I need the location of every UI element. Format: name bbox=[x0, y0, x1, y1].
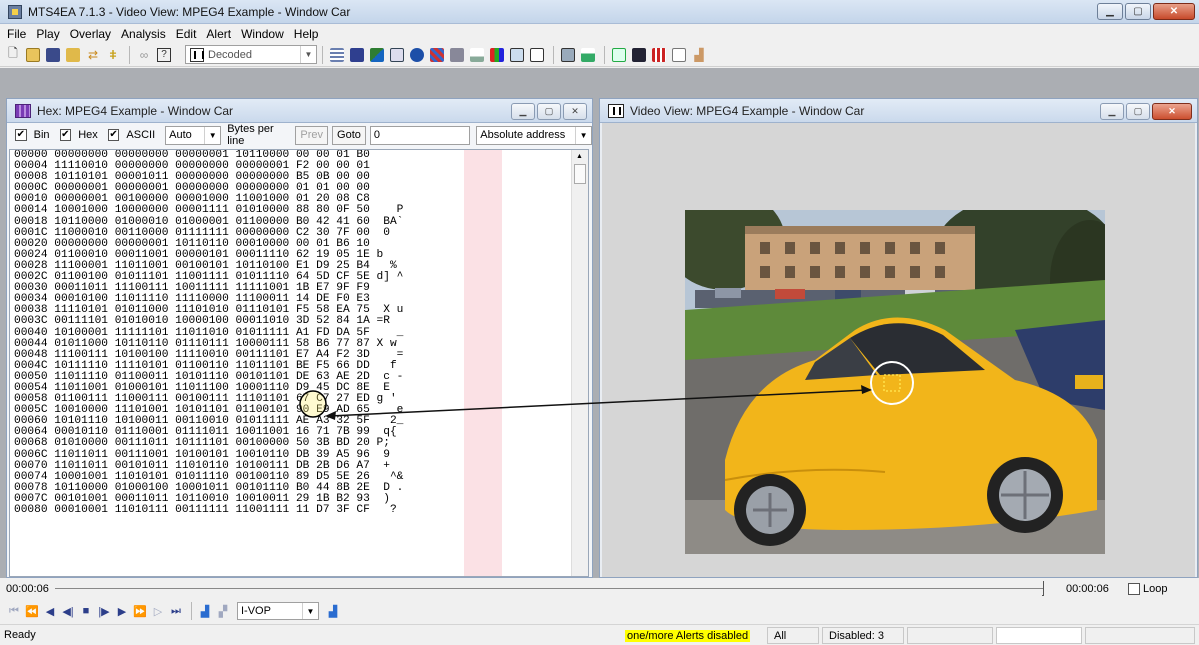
step-back-icon[interactable]: ◀ bbox=[42, 603, 58, 619]
menu-overlay[interactable]: Overlay bbox=[65, 27, 116, 41]
loop-toggle[interactable]: Loop bbox=[1128, 583, 1167, 595]
toolbar-separator bbox=[553, 45, 554, 64]
step-forward-icon[interactable]: ▷ bbox=[150, 603, 166, 619]
menu-edit[interactable]: Edit bbox=[171, 27, 202, 41]
timeline-slider-thumb[interactable] bbox=[1042, 581, 1044, 596]
timeline-bar: 00:00:06 00:00:06 Loop bbox=[0, 578, 1199, 600]
loop-checkbox[interactable] bbox=[1128, 583, 1140, 595]
globe-icon[interactable] bbox=[408, 46, 426, 64]
status-empty-cell bbox=[1085, 627, 1195, 644]
save-icon[interactable] bbox=[44, 46, 62, 64]
image-icon[interactable] bbox=[559, 46, 577, 64]
prev-frame-icon[interactable]: ◀| bbox=[60, 603, 76, 619]
current-time: 00:00:06 bbox=[6, 583, 49, 595]
monitor-icon[interactable] bbox=[630, 46, 648, 64]
grid-view-icon[interactable] bbox=[328, 46, 346, 64]
view-mode-select[interactable]: Decoded ▼ bbox=[185, 45, 317, 64]
menu-bar: File Play Overlay Analysis Edit Alert Wi… bbox=[0, 24, 1199, 43]
stop-icon[interactable]: ■ bbox=[78, 603, 94, 619]
next-frame-icon[interactable]: |▶ bbox=[96, 603, 112, 619]
alert-filter-text: All bbox=[774, 629, 787, 642]
loop-label: Loop bbox=[1143, 583, 1168, 595]
toolbar-separator bbox=[322, 45, 323, 64]
menu-help[interactable]: Help bbox=[289, 27, 324, 41]
export-icon[interactable] bbox=[670, 46, 688, 64]
toolbar-separator bbox=[191, 602, 192, 620]
menu-file[interactable]: File bbox=[2, 27, 31, 41]
minimize-button[interactable]: ▁ bbox=[1097, 3, 1123, 20]
help-icon[interactable]: ? bbox=[155, 46, 173, 64]
play-icon[interactable]: ▶ bbox=[114, 603, 130, 619]
new-file-icon[interactable]: 🗋 bbox=[4, 46, 22, 64]
open-folder-icon[interactable] bbox=[64, 46, 82, 64]
chevron-down-icon: ▼ bbox=[300, 46, 316, 63]
status-empty-cell bbox=[907, 627, 993, 644]
status-empty-cell bbox=[996, 627, 1082, 644]
byte-to-macroblock-arrow bbox=[325, 385, 872, 420]
chevron-down-icon: ▼ bbox=[302, 603, 318, 619]
go-end-icon[interactable]: ⏭ bbox=[168, 603, 184, 619]
vop-filter-icon[interactable]: ▟ bbox=[325, 603, 341, 619]
pause-view-icon bbox=[190, 47, 204, 62]
frame-type-select[interactable]: I-VOP ▼ bbox=[237, 602, 319, 620]
menu-analysis[interactable]: Analysis bbox=[116, 27, 171, 41]
frame-stats-icon[interactable]: ▟ bbox=[197, 603, 213, 619]
menu-window[interactable]: Window bbox=[236, 27, 289, 41]
fast-forward-icon[interactable]: ⏩ bbox=[132, 603, 148, 619]
view-mode-value: Decoded bbox=[208, 48, 253, 61]
open-file-icon[interactable] bbox=[24, 46, 42, 64]
info-icon[interactable]: ǂ bbox=[104, 46, 122, 64]
go-start-icon[interactable]: ⏮ bbox=[6, 603, 22, 619]
timeline-slider[interactable] bbox=[55, 588, 1043, 589]
level-icon[interactable]: ▟ bbox=[690, 46, 708, 64]
picture-icon[interactable] bbox=[508, 46, 526, 64]
window-controls: ▁ ▢ ✕ bbox=[1097, 3, 1195, 20]
macroblock-icon[interactable] bbox=[650, 46, 668, 64]
status-alerts-cell: one/more Alerts disabled bbox=[619, 627, 761, 644]
hex-view-icon[interactable] bbox=[348, 46, 366, 64]
window-icon[interactable] bbox=[528, 46, 546, 64]
fast-rewind-icon[interactable]: ⏪ bbox=[24, 603, 40, 619]
bar-chart-icon[interactable] bbox=[488, 46, 506, 64]
layers-icon[interactable] bbox=[448, 46, 466, 64]
toolbar-separator bbox=[129, 45, 130, 64]
close-button[interactable]: ✕ bbox=[1153, 3, 1195, 20]
status-bar: Ready one/more Alerts disabled All Disab… bbox=[0, 624, 1199, 645]
link-icon[interactable]: ∞ bbox=[135, 46, 153, 64]
status-ready: Ready bbox=[4, 629, 36, 641]
app-title: MTS4EA 7.1.3 - Video View: MPEG4 Example… bbox=[28, 4, 351, 19]
mosaic-icon[interactable] bbox=[428, 46, 446, 64]
frame-type-value: I-VOP bbox=[241, 605, 271, 617]
app-title-bar: MTS4EA 7.1.3 - Video View: MPEG4 Example… bbox=[0, 0, 1199, 24]
status-disabled-cell: Disabled: 3 bbox=[822, 627, 904, 644]
transport-toolbar: ⏮ ⏪ ◀ ◀| ■ |▶ ▶ ⏩ ▷ ⏭ ▟ ▞ I-VOP ▼ ▟ bbox=[0, 600, 1199, 622]
disabled-count-text: Disabled: 3 bbox=[829, 629, 885, 642]
menu-play[interactable]: Play bbox=[31, 27, 64, 41]
status-filter-cell: All bbox=[767, 627, 819, 644]
mdi-workspace: Hex: MPEG4 Example - Window Car ▁ ▢ ✕ ✔ … bbox=[0, 68, 1199, 578]
swap-icon[interactable]: ⇄ bbox=[84, 46, 102, 64]
main-toolbar: 🗋 ⇄ ǂ ∞ ? Decoded ▼ ▟ bbox=[0, 43, 1199, 67]
histogram-icon[interactable] bbox=[579, 46, 597, 64]
maximize-button[interactable]: ▢ bbox=[1125, 3, 1151, 20]
frame-graph-icon[interactable]: ▞ bbox=[215, 603, 231, 619]
menu-alert[interactable]: Alert bbox=[201, 27, 236, 41]
table-view-icon[interactable] bbox=[388, 46, 406, 64]
end-time: 00:00:06 bbox=[1066, 583, 1109, 595]
chart-view-icon[interactable] bbox=[368, 46, 386, 64]
alerts-disabled-text: one/more Alerts disabled bbox=[625, 629, 751, 642]
toolbar-separator bbox=[604, 45, 605, 64]
graph-icon[interactable] bbox=[468, 46, 486, 64]
app-icon[interactable] bbox=[8, 4, 22, 19]
compare-icon[interactable] bbox=[610, 46, 628, 64]
